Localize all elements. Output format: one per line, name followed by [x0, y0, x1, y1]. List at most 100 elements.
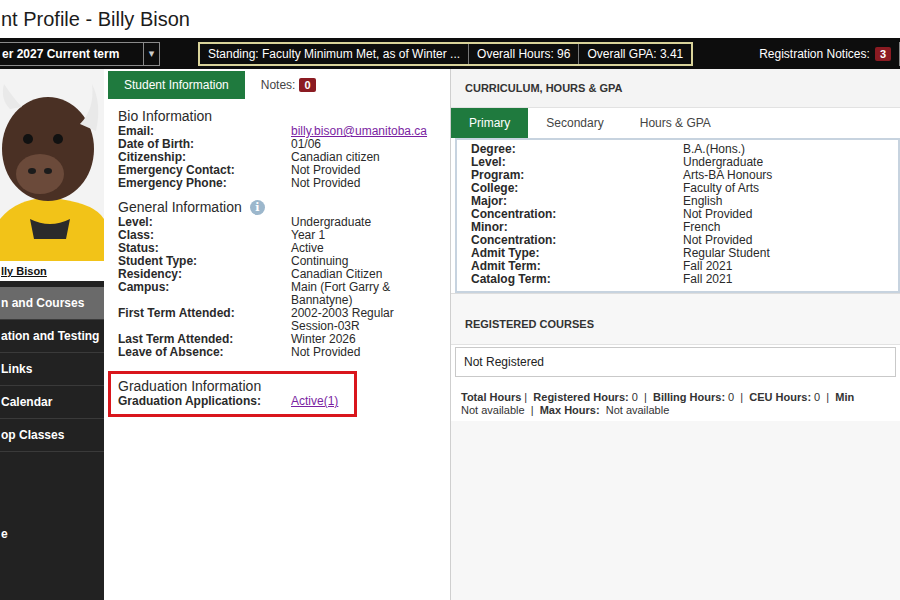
- totals-segment: Total Hours: [461, 391, 521, 403]
- curriculum-tab[interactable]: Hours & GPA: [622, 108, 729, 138]
- field-label: Emergency Contact:: [118, 164, 291, 177]
- info-tab[interactable]: Student Information: [108, 71, 245, 99]
- general-section: General InformationiLevel:UndergraduateC…: [108, 199, 450, 359]
- totals-segment: Not available: [600, 404, 670, 416]
- sidebar-item[interactable]: n and Courses: [0, 287, 104, 320]
- field-value: Continuing: [291, 255, 433, 268]
- field-label: Student Type:: [118, 255, 291, 268]
- field-label: Email:: [118, 125, 291, 138]
- field-value-cell: Winter 2026: [291, 333, 433, 346]
- field-value-cell: Fall 2021: [683, 260, 883, 273]
- field-value: Arts-BA Honours: [683, 169, 883, 182]
- field-value: French: [683, 221, 883, 234]
- info-tab[interactable]: Notes:0: [245, 71, 332, 99]
- sidebar-item[interactable]: op Classes: [0, 419, 104, 452]
- field-label: Level:: [471, 156, 683, 169]
- field-value-cell: Arts-BA Honours: [683, 169, 883, 182]
- field-value-cell: Canadian citizen: [291, 151, 433, 164]
- curriculum-tab[interactable]: Secondary: [528, 108, 621, 138]
- field-value-cell: Fall 2021: [683, 273, 883, 286]
- bio-fields: Email:billy.bison@umanitoba.caDate of Bi…: [118, 125, 450, 190]
- notices-badge[interactable]: 3: [875, 47, 891, 61]
- profile-name-link[interactable]: lly Bison: [0, 261, 104, 281]
- field-value: Fall 2021: [683, 260, 883, 273]
- field-label: Catalog Term:: [471, 273, 683, 286]
- field-label: Level:: [118, 216, 291, 229]
- field-value: Winter 2026: [291, 333, 433, 346]
- field-value-cell: Faculty of Arts: [683, 182, 883, 195]
- info-tabs: Student Information Notes:0: [108, 71, 450, 99]
- dropdown-arrow-icon[interactable]: ▾: [143, 43, 159, 65]
- student-profile-page: nt Profile - Billy Bison er 2027 Current…: [0, 0, 900, 600]
- totals-segment: 0 |: [811, 391, 835, 403]
- field-value-cell: billy.bison@umanitoba.ca: [291, 125, 433, 138]
- notes-badge[interactable]: 0: [299, 78, 315, 92]
- field-value-cell: Active(1): [291, 395, 361, 408]
- field-label: Major:: [471, 195, 683, 208]
- field-label: Program:: [471, 169, 683, 182]
- standing-stat: Overall Hours: 96: [468, 44, 578, 64]
- totals-line: Not available | Max Hours: Not available: [461, 404, 896, 417]
- student-info-panel: Student Information Notes:0 Bio Informatio…: [104, 69, 450, 600]
- term-dropdown[interactable]: er 2027 Current term▾: [0, 42, 160, 66]
- page-title: nt Profile - Billy Bison: [0, 0, 900, 38]
- term-text[interactable]: er 2027 Current term: [0, 43, 143, 65]
- field-label: Leave of Absence:: [118, 346, 291, 359]
- totals-segment: Registered Hours:: [533, 391, 628, 403]
- field-value-cell: Not Provided: [291, 346, 433, 359]
- general-heading: General Information i: [118, 199, 450, 215]
- curriculum-heading: CURRICULUM, HOURS & GPA: [451, 69, 900, 108]
- field-link[interactable]: Active(1): [291, 394, 338, 408]
- info-icon[interactable]: i: [250, 200, 265, 215]
- tab-label[interactable]: Notes:: [261, 78, 296, 92]
- curriculum-tabs: PrimarySecondaryHours & GPA: [451, 108, 900, 138]
- field-value-cell: Canadian Citizen: [291, 268, 433, 281]
- sidebar-item[interactable]: Links: [0, 353, 104, 386]
- field-value: Not Provided: [683, 234, 883, 247]
- tab-label[interactable]: Student Information: [124, 78, 229, 92]
- registration-notices[interactable]: Registration Notices: 3: [759, 42, 900, 66]
- notices-label[interactable]: Registration Notices:: [759, 47, 870, 61]
- graduation-fields: Graduation Applications:Active(1): [118, 395, 354, 408]
- field-label: Graduation Applications:: [118, 395, 291, 408]
- section-title: General Information: [118, 199, 242, 215]
- section-title: Graduation Information: [118, 378, 261, 394]
- field-value-cell: Undergraduate: [683, 156, 883, 169]
- field-value: Active: [291, 242, 433, 255]
- sidebar-item[interactable]: Calendar: [0, 386, 104, 419]
- curriculum-panel: CURRICULUM, HOURS & GPAPrimarySecondaryH…: [450, 69, 900, 600]
- field-link[interactable]: billy.bison@umanitoba.ca: [291, 124, 427, 138]
- field-value-cell: Year 1: [291, 229, 433, 242]
- totals-segment: |: [521, 391, 533, 403]
- field-label: Emergency Phone:: [118, 177, 291, 190]
- field-label: Admit Term:: [471, 260, 683, 273]
- standing-stat: Overall GPA: 3.41: [578, 44, 691, 64]
- field-label: Date of Birth:: [118, 138, 291, 151]
- totals-segment: Billing Hours:: [653, 391, 725, 403]
- graduation-heading: Graduation Information: [118, 378, 354, 394]
- graduation-highlight-box: Graduation InformationGraduation Applica…: [108, 371, 357, 417]
- totals-segment: Not available: [461, 404, 525, 416]
- totals-segment: 0 |: [629, 391, 653, 403]
- field-value: 01/06: [291, 138, 433, 151]
- field-value: Year 1: [291, 229, 433, 242]
- curriculum-details: Degree:B.A.(Hons.)Level:UndergraduatePro…: [455, 138, 900, 293]
- curriculum-tab[interactable]: Primary: [451, 108, 528, 138]
- field-label: Citizenship:: [118, 151, 291, 164]
- field-value-cell: French: [683, 221, 883, 234]
- totals-line: Total Hours | Registered Hours: 0 | Bill…: [461, 391, 896, 404]
- left-column: lly Bison n and Coursesation and TestingL…: [0, 69, 104, 600]
- sidebar-item[interactable]: ation and Testing: [0, 320, 104, 353]
- field-label: Class:: [118, 229, 291, 242]
- field-value-cell: English: [683, 195, 883, 208]
- hours-totals: Total Hours | Registered Hours: 0 | Bill…: [451, 377, 900, 421]
- totals-segment: CEU Hours:: [749, 391, 811, 403]
- sidebar-item[interactable]: e: [0, 518, 104, 550]
- field-value-cell: Undergraduate: [291, 216, 433, 229]
- term-bar: er 2027 Current term▾Standing: Faculty M…: [0, 38, 900, 69]
- field-value: Fall 2021: [683, 273, 883, 286]
- field-label: Campus:: [118, 281, 291, 307]
- section-title: Bio Information: [118, 108, 212, 124]
- field-label: Status:: [118, 242, 291, 255]
- field-label: Minor:: [471, 221, 683, 234]
